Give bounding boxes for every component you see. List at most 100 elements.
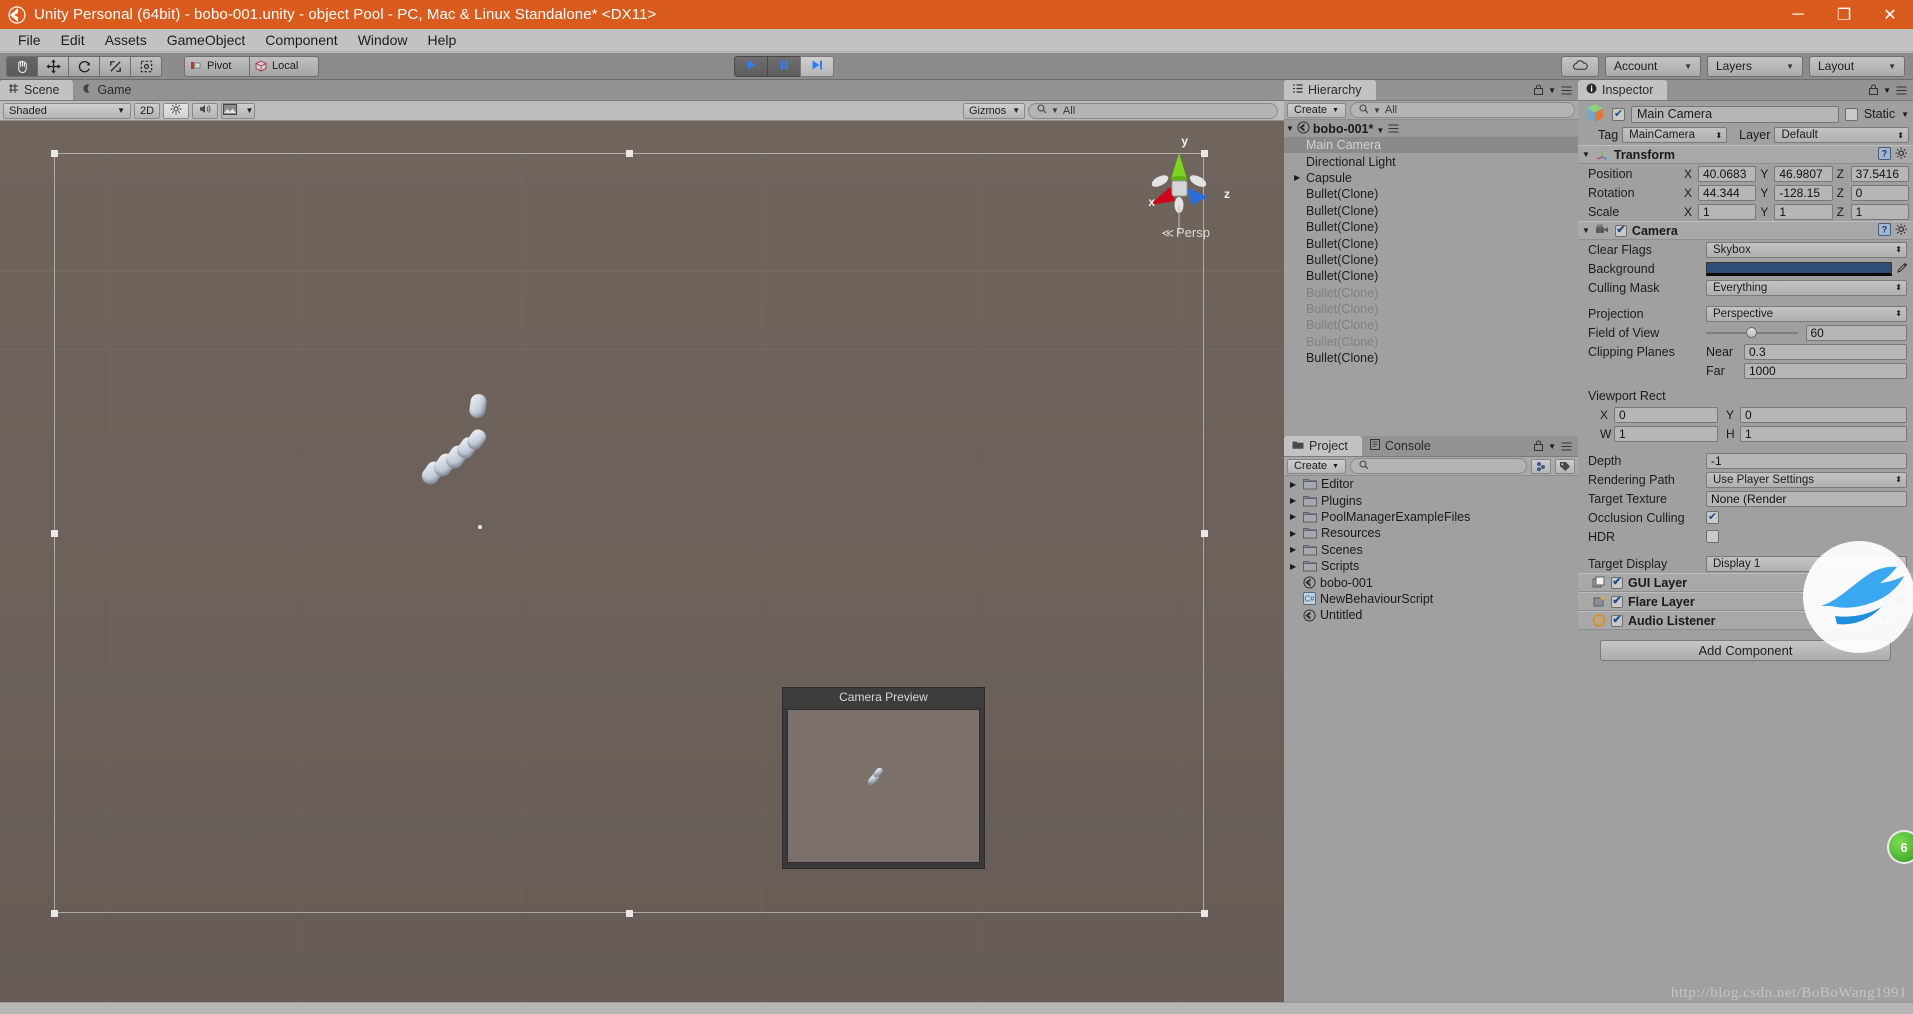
- transform-position-x-input[interactable]: 40.0683: [1698, 165, 1757, 182]
- project-create-button[interactable]: Create ▼: [1287, 458, 1346, 474]
- component-header[interactable]: Flare Layer?: [1578, 592, 1913, 611]
- chevron-right-icon[interactable]: ▶: [1294, 173, 1300, 182]
- menu-assets[interactable]: Assets: [95, 30, 157, 50]
- hierarchy-create-button[interactable]: Create ▼: [1287, 102, 1346, 118]
- menu-file[interactable]: File: [8, 30, 51, 50]
- transform-rotation-z-input[interactable]: 0: [1850, 184, 1909, 201]
- menu-component[interactable]: Component: [255, 30, 347, 50]
- selection-handle[interactable]: [626, 150, 633, 157]
- transform-rotation-x-input[interactable]: 44.344: [1698, 184, 1757, 201]
- chevron-down-icon[interactable]: ▼: [1548, 442, 1556, 451]
- lighting-toggle-button[interactable]: [163, 102, 189, 119]
- rect-tool-button[interactable]: [130, 55, 162, 77]
- lock-icon[interactable]: [1534, 439, 1544, 454]
- gizmos-dropdown[interactable]: Gizmos ▼: [963, 102, 1025, 119]
- project-item[interactable]: ▶ Resources: [1284, 525, 1578, 541]
- account-dropdown[interactable]: Account ▼: [1605, 55, 1701, 77]
- project-item[interactable]: ▶ Scenes: [1284, 542, 1578, 558]
- tab-hierarchy[interactable]: Hierarchy: [1284, 80, 1376, 100]
- transform-rotation-y-input[interactable]: -128.15: [1774, 184, 1833, 201]
- menu-edit[interactable]: Edit: [51, 30, 95, 50]
- project-item[interactable]: Untitled: [1284, 607, 1578, 623]
- layers-dropdown[interactable]: Layers ▼: [1707, 55, 1803, 77]
- hierarchy-search-input[interactable]: ▼ All: [1349, 102, 1575, 118]
- scene-orientation-gizmo[interactable]: [1134, 143, 1224, 233]
- 2d-toggle-button[interactable]: 2D: [134, 102, 160, 119]
- selection-handle[interactable]: [51, 150, 58, 157]
- tab-console[interactable]: Console: [1362, 436, 1445, 456]
- component-header[interactable]: GUI Layer?: [1578, 573, 1913, 592]
- chevron-down-icon[interactable]: ▼: [1582, 226, 1590, 235]
- minimize-button[interactable]: ─: [1775, 0, 1821, 29]
- component-enabled-checkbox[interactable]: [1611, 614, 1623, 627]
- menu-hamburger-icon[interactable]: [1561, 83, 1572, 98]
- chevron-down-icon[interactable]: ▼: [1883, 86, 1891, 95]
- gear-icon[interactable]: [1895, 575, 1908, 591]
- camera-enabled-checkbox[interactable]: [1614, 224, 1627, 237]
- tag-dropdown[interactable]: MainCamera ⬍: [1622, 127, 1728, 143]
- chevron-right-icon[interactable]: ▶: [1290, 496, 1299, 505]
- menu-hamburger-icon[interactable]: [1388, 122, 1399, 136]
- transform-scale-y-input[interactable]: 1: [1774, 203, 1833, 220]
- fov-input[interactable]: 60: [1805, 324, 1907, 341]
- tab-scene[interactable]: Scene: [0, 80, 74, 100]
- tab-inspector[interactable]: Inspector: [1578, 80, 1668, 100]
- notification-badge[interactable]: 6: [1887, 830, 1913, 864]
- play-button[interactable]: [734, 55, 768, 77]
- help-icon[interactable]: ?: [1878, 612, 1891, 629]
- project-item[interactable]: ▶ Editor: [1284, 476, 1578, 492]
- hierarchy-item[interactable]: Bullet(Clone): [1284, 301, 1578, 317]
- gear-icon[interactable]: [1895, 594, 1908, 610]
- chevron-down-icon[interactable]: ▼: [1548, 86, 1556, 95]
- camera-component-header[interactable]: ▼ Camera ?: [1578, 221, 1913, 240]
- layout-dropdown[interactable]: Layout ▼: [1809, 55, 1905, 77]
- layer-dropdown[interactable]: Default ⬍: [1774, 127, 1909, 143]
- component-enabled-checkbox[interactable]: [1611, 576, 1623, 589]
- viewport-y-input[interactable]: 0: [1740, 406, 1907, 423]
- chevron-right-icon[interactable]: ▶: [1290, 480, 1299, 489]
- transform-component-header[interactable]: ▼ Transform ?: [1578, 145, 1913, 164]
- help-icon[interactable]: ?: [1878, 222, 1891, 239]
- selection-handle[interactable]: [626, 910, 633, 917]
- lock-icon[interactable]: [1534, 83, 1544, 98]
- component-header[interactable]: Audio Listener?: [1578, 611, 1913, 630]
- menu-gameobject[interactable]: GameObject: [157, 30, 256, 50]
- menu-window[interactable]: Window: [348, 30, 418, 50]
- menu-hamburger-icon[interactable]: [1561, 439, 1572, 454]
- project-item[interactable]: ▶ Scripts: [1284, 558, 1578, 574]
- scale-tool-button[interactable]: [99, 55, 131, 77]
- hierarchy-item[interactable]: Bullet(Clone): [1284, 203, 1578, 219]
- transform-position-y-input[interactable]: 46.9807: [1774, 165, 1833, 182]
- transform-scale-x-input[interactable]: 1: [1698, 203, 1757, 220]
- hierarchy-item[interactable]: Bullet(Clone): [1284, 350, 1578, 366]
- selection-handle[interactable]: [51, 910, 58, 917]
- draw-mode-dropdown[interactable]: Shaded ▼: [3, 102, 131, 119]
- chevron-down-icon[interactable]: ▼: [1286, 124, 1294, 133]
- help-icon[interactable]: ?: [1878, 574, 1891, 591]
- filter-by-type-button[interactable]: [1531, 458, 1551, 474]
- background-color-swatch[interactable]: [1706, 261, 1892, 276]
- fov-slider[interactable]: [1706, 325, 1798, 341]
- hierarchy-item[interactable]: Bullet(Clone): [1284, 235, 1578, 251]
- hierarchy-item[interactable]: Main Camera: [1284, 137, 1578, 154]
- help-icon[interactable]: ?: [1878, 593, 1891, 610]
- projection-dropdown[interactable]: Perspective ⬍: [1706, 305, 1907, 322]
- add-component-button[interactable]: Add Component: [1600, 640, 1891, 661]
- effects-toggle-button[interactable]: ▼: [221, 102, 255, 119]
- chevron-right-icon[interactable]: ▶: [1290, 562, 1299, 571]
- menu-help[interactable]: Help: [417, 30, 466, 50]
- gear-icon[interactable]: [1895, 147, 1908, 163]
- project-search-input[interactable]: [1349, 458, 1527, 474]
- scene-viewport[interactable]: y x z ≪ Persp Camera Preview: [0, 121, 1284, 1002]
- hdr-checkbox[interactable]: [1706, 530, 1719, 543]
- project-item[interactable]: C# NewBehaviourScript: [1284, 591, 1578, 607]
- local-toggle-button[interactable]: Local: [249, 55, 319, 77]
- far-input[interactable]: 1000: [1744, 362, 1907, 379]
- rotate-tool-button[interactable]: [68, 55, 100, 77]
- fov-slider-knob[interactable]: [1746, 327, 1757, 338]
- near-input[interactable]: 0.3: [1744, 343, 1907, 360]
- eyedropper-icon[interactable]: [1896, 261, 1909, 277]
- menu-hamburger-icon[interactable]: [1896, 83, 1907, 98]
- selection-handle[interactable]: [1201, 530, 1208, 537]
- move-tool-button[interactable]: [37, 55, 69, 77]
